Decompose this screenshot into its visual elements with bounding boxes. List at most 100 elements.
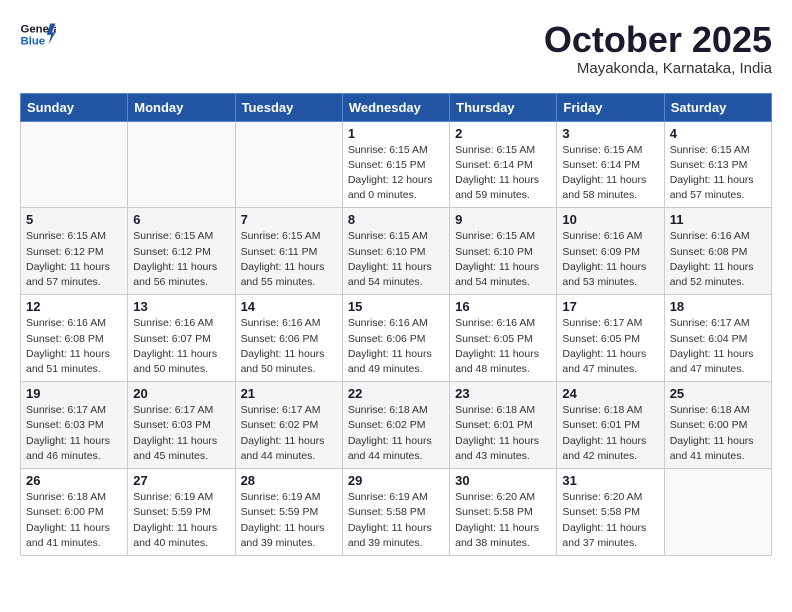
day-info: Sunrise: 6:16 AMSunset: 6:05 PMDaylight:…	[455, 316, 551, 377]
calendar-cell: 21Sunrise: 6:17 AMSunset: 6:02 PMDayligh…	[235, 382, 342, 469]
calendar-cell	[128, 121, 235, 208]
day-info: Sunrise: 6:18 AMSunset: 6:01 PMDaylight:…	[562, 403, 658, 464]
calendar-cell: 19 Sunrise: 6:17 AMSunset: 6:03 PMDayligh…	[21, 382, 128, 469]
day-number: 5	[26, 212, 122, 227]
day-info: Sunrise: 6:16 AMSunset: 6:06 PMDaylight:…	[241, 316, 337, 377]
logo-icon: General Blue	[20, 20, 56, 48]
calendar-cell: 29 Sunrise: 6:19 AMSunset: 5:58 PMDayligh…	[342, 469, 449, 556]
page-header: General Blue October 2025 Mayakonda, Kar…	[20, 20, 772, 77]
calendar-cell: 10 Sunrise: 6:16 AMSunset: 6:09 PMDayligh…	[557, 208, 664, 295]
day-info: Sunrise: 6:16 AMSunset: 6:08 PMDaylight:…	[670, 229, 766, 290]
day-info: Sunrise: 6:17 AMSunset: 6:02 PMDaylight:…	[241, 403, 337, 464]
day-info: Sunrise: 6:15 AMSunset: 6:13 PMDaylight:…	[670, 143, 766, 204]
logo: General Blue	[20, 20, 56, 48]
day-number: 20	[133, 386, 229, 401]
calendar-cell: 14 Sunrise: 6:16 AMSunset: 6:06 PMDayligh…	[235, 295, 342, 382]
calendar-cell: 27 Sunrise: 6:19 AMSunset: 5:59 PMDayligh…	[128, 469, 235, 556]
day-number: 10	[562, 212, 658, 227]
week-row-2: 5 Sunrise: 6:15 AMSunset: 6:12 PMDaylight…	[21, 208, 772, 295]
day-info: Sunrise: 6:17 AMSunset: 6:03 PMDaylight:…	[133, 403, 229, 464]
day-number: 29	[348, 473, 444, 488]
calendar-cell: 3 Sunrise: 6:15 AMSunset: 6:14 PMDaylight…	[557, 121, 664, 208]
calendar-cell: 31Sunrise: 6:20 AMSunset: 5:58 PMDayligh…	[557, 469, 664, 556]
day-number: 6	[133, 212, 229, 227]
day-info: Sunrise: 6:18 AMSunset: 6:02 PMDaylight:…	[348, 403, 444, 464]
day-info: Sunrise: 6:17 AMSunset: 6:04 PMDaylight:…	[670, 316, 766, 377]
calendar-cell: 13 Sunrise: 6:16 AMSunset: 6:07 PMDayligh…	[128, 295, 235, 382]
day-info: Sunrise: 6:18 AMSunset: 6:01 PMDaylight:…	[455, 403, 551, 464]
calendar-cell: 25Sunrise: 6:18 AMSunset: 6:00 PMDayligh…	[664, 382, 771, 469]
day-number: 3	[562, 126, 658, 141]
calendar-cell: 4 Sunrise: 6:15 AMSunset: 6:13 PMDaylight…	[664, 121, 771, 208]
calendar-cell: 6 Sunrise: 6:15 AMSunset: 6:12 PMDaylight…	[128, 208, 235, 295]
day-number: 1	[348, 126, 444, 141]
day-info: Sunrise: 6:15 AMSunset: 6:15 PMDaylight:…	[348, 143, 444, 204]
day-number: 22	[348, 386, 444, 401]
calendar-cell: 28Sunrise: 6:19 AMSunset: 5:59 PMDayligh…	[235, 469, 342, 556]
day-number: 15	[348, 299, 444, 314]
day-number: 11	[670, 212, 766, 227]
day-number: 12	[26, 299, 122, 314]
day-number: 19	[26, 386, 122, 401]
day-info: Sunrise: 6:15 AMSunset: 6:10 PMDaylight:…	[455, 229, 551, 290]
calendar-cell	[664, 469, 771, 556]
day-info: Sunrise: 6:15 AMSunset: 6:11 PMDaylight:…	[241, 229, 337, 290]
day-number: 26	[26, 473, 122, 488]
day-info: Sunrise: 6:15 AMSunset: 6:12 PMDaylight:…	[133, 229, 229, 290]
day-number: 16	[455, 299, 551, 314]
day-info: Sunrise: 6:20 AMSunset: 5:58 PMDaylight:…	[562, 490, 658, 551]
calendar-cell: 23 Sunrise: 6:18 AMSunset: 6:01 PMDayligh…	[450, 382, 557, 469]
day-info: Sunrise: 6:20 AMSunset: 5:58 PMDaylight:…	[455, 490, 551, 551]
calendar-cell: 24 Sunrise: 6:18 AMSunset: 6:01 PMDayligh…	[557, 382, 664, 469]
svg-text:Blue: Blue	[21, 36, 46, 48]
week-row-3: 12 Sunrise: 6:16 AMSunset: 6:08 PMDayligh…	[21, 295, 772, 382]
title-area: October 2025 Mayakonda, Karnataka, India	[544, 20, 772, 77]
calendar-cell: 17Sunrise: 6:17 AMSunset: 6:05 PMDayligh…	[557, 295, 664, 382]
day-number: 23	[455, 386, 551, 401]
day-number: 24	[562, 386, 658, 401]
day-number: 4	[670, 126, 766, 141]
day-info: Sunrise: 6:15 AMSunset: 6:12 PMDaylight:…	[26, 229, 122, 290]
day-number: 25	[670, 386, 766, 401]
day-number: 18	[670, 299, 766, 314]
location-subtitle: Mayakonda, Karnataka, India	[544, 60, 772, 77]
day-info: Sunrise: 6:17 AMSunset: 6:03 PMDaylight:…	[26, 403, 122, 464]
day-info: Sunrise: 6:15 AMSunset: 6:10 PMDaylight:…	[348, 229, 444, 290]
weekday-header-saturday: Saturday	[664, 93, 771, 121]
weekday-header-sunday: Sunday	[21, 93, 128, 121]
calendar-cell	[21, 121, 128, 208]
day-number: 28	[241, 473, 337, 488]
day-number: 17	[562, 299, 658, 314]
day-number: 7	[241, 212, 337, 227]
week-row-1: 1 Sunrise: 6:15 AMSunset: 6:15 PMDaylight…	[21, 121, 772, 208]
day-info: Sunrise: 6:19 AMSunset: 5:58 PMDaylight:…	[348, 490, 444, 551]
calendar-cell: 9 Sunrise: 6:15 AMSunset: 6:10 PMDaylight…	[450, 208, 557, 295]
day-info: Sunrise: 6:15 AMSunset: 6:14 PMDaylight:…	[455, 143, 551, 204]
calendar-cell: 5 Sunrise: 6:15 AMSunset: 6:12 PMDaylight…	[21, 208, 128, 295]
day-number: 9	[455, 212, 551, 227]
calendar-cell	[235, 121, 342, 208]
calendar-cell: 18 Sunrise: 6:17 AMSunset: 6:04 PMDayligh…	[664, 295, 771, 382]
week-row-4: 19 Sunrise: 6:17 AMSunset: 6:03 PMDayligh…	[21, 382, 772, 469]
day-info: Sunrise: 6:18 AMSunset: 6:00 PMDaylight:…	[26, 490, 122, 551]
day-info: Sunrise: 6:16 AMSunset: 6:08 PMDaylight:…	[26, 316, 122, 377]
weekday-header-wednesday: Wednesday	[342, 93, 449, 121]
calendar-cell: 11 Sunrise: 6:16 AMSunset: 6:08 PMDayligh…	[664, 208, 771, 295]
calendar-cell: 16 Sunrise: 6:16 AMSunset: 6:05 PMDayligh…	[450, 295, 557, 382]
calendar-cell: 12 Sunrise: 6:16 AMSunset: 6:08 PMDayligh…	[21, 295, 128, 382]
day-number: 30	[455, 473, 551, 488]
day-info: Sunrise: 6:15 AMSunset: 6:14 PMDaylight:…	[562, 143, 658, 204]
day-info: Sunrise: 6:16 AMSunset: 6:06 PMDaylight:…	[348, 316, 444, 377]
day-number: 14	[241, 299, 337, 314]
week-row-5: 26 Sunrise: 6:18 AMSunset: 6:00 PMDayligh…	[21, 469, 772, 556]
day-info: Sunrise: 6:16 AMSunset: 6:07 PMDaylight:…	[133, 316, 229, 377]
calendar-cell: 30 Sunrise: 6:20 AMSunset: 5:58 PMDayligh…	[450, 469, 557, 556]
weekday-header-thursday: Thursday	[450, 93, 557, 121]
day-number: 27	[133, 473, 229, 488]
weekday-header-monday: Monday	[128, 93, 235, 121]
day-number: 13	[133, 299, 229, 314]
calendar-cell: 26 Sunrise: 6:18 AMSunset: 6:00 PMDayligh…	[21, 469, 128, 556]
calendar-table: SundayMondayTuesdayWednesdayThursdayFrid…	[20, 93, 772, 556]
day-info: Sunrise: 6:16 AMSunset: 6:09 PMDaylight:…	[562, 229, 658, 290]
day-info: Sunrise: 6:19 AMSunset: 5:59 PMDaylight:…	[133, 490, 229, 551]
